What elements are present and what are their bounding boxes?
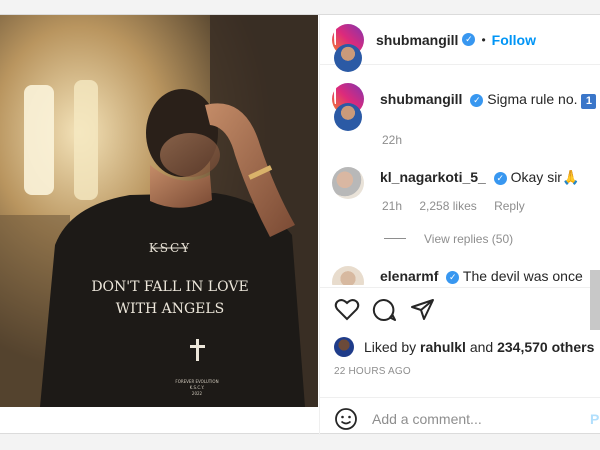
comment-likes[interactable]: 2,258 likes xyxy=(419,199,476,213)
caption-username[interactable]: shubmangill xyxy=(380,91,462,107)
post-card: KSCY DON'T FALL IN LOVE WITH ANGELS FORE… xyxy=(0,14,600,435)
liked-by-others[interactable]: 234,570 others xyxy=(497,339,594,355)
liked-by-user[interactable]: rahulkl xyxy=(420,339,466,355)
comment-text: Okay sir xyxy=(510,169,562,185)
view-replies-button[interactable]: View replies (50) xyxy=(424,232,513,246)
folded-hands-emoji: 🙏 xyxy=(561,169,580,185)
comment-time: 21h xyxy=(382,199,403,213)
shirt-line2-text: WITH ANGELS xyxy=(116,301,225,317)
liked-by-prefix: Liked by xyxy=(364,339,417,355)
post-image[interactable]: KSCY DON'T FALL IN LOVE WITH ANGELS FORE… xyxy=(0,15,318,407)
comment-avatar[interactable] xyxy=(332,266,364,285)
post-photo-illustration: KSCY DON'T FALL IN LOVE WITH ANGELS FORE… xyxy=(0,15,318,407)
caption-text-block: shubmangill ✓ Sigma rule no. 1 xyxy=(380,83,597,115)
caption-meta: 22h xyxy=(382,133,416,147)
comment-icon[interactable] xyxy=(372,298,398,322)
caption-row: shubmangill ✓ Sigma rule no. 1 xyxy=(332,83,597,150)
author-avatar[interactable] xyxy=(332,23,364,91)
comment-reply-button[interactable]: Reply xyxy=(494,199,525,213)
comment-verified-icon: ✓ xyxy=(493,171,507,185)
smile-icon[interactable] xyxy=(334,407,358,431)
comment-username[interactable]: kl_nagarkoti_5_ xyxy=(380,169,486,185)
comment-text-block: kl_nagarkoti_5_ ✓ Okay sir🙏 xyxy=(380,167,579,199)
comment-text-block: elenarmf ✓ The devil was once an xyxy=(380,266,597,285)
caption-keycap-badge: 1 xyxy=(581,94,597,109)
replies-divider xyxy=(384,238,406,239)
shirt-small-text: FOREVER EVOLUTION xyxy=(175,379,218,384)
comment-avatar[interactable] xyxy=(332,167,364,199)
verified-badge-icon: ✓ xyxy=(462,33,476,46)
comment-row: kl_nagarkoti_5_ ✓ Okay sir🙏 xyxy=(332,167,597,199)
shirt-line1-text: DON'T FALL IN LOVE xyxy=(91,279,248,295)
comment-username[interactable]: elenarmf xyxy=(380,268,438,284)
share-icon[interactable] xyxy=(410,298,436,322)
caption-verified-icon: ✓ xyxy=(470,93,484,107)
comment-meta: 21h 2,258 likes Reply xyxy=(382,199,539,213)
shirt-small2-text: K.S.C.Y. xyxy=(190,385,205,390)
liked-by-avatar[interactable] xyxy=(334,337,354,357)
scrollbar[interactable] xyxy=(590,270,600,330)
caption-avatar[interactable] xyxy=(332,83,364,150)
post-timestamp[interactable]: 22 HOURS AGO xyxy=(334,366,411,377)
comment-row: elenarmf ✓ The devil was once an xyxy=(332,266,597,285)
separator-dot: • xyxy=(481,32,486,47)
liked-by: Liked by rahulkl and 234,570 others xyxy=(334,337,594,357)
action-bar xyxy=(320,287,600,337)
shirt-year-text: 2022 xyxy=(192,391,203,396)
post-header: shubmangill ✓ • Follow xyxy=(320,15,600,91)
liked-by-connector: and xyxy=(469,339,494,355)
author-username[interactable]: shubmangill xyxy=(376,32,458,48)
heart-icon[interactable] xyxy=(334,298,360,322)
post-sidebar: shubmangill ✓ • Follow shubmangill ✓ Sig… xyxy=(319,15,600,435)
add-comment-bar xyxy=(320,397,600,439)
caption-time: 22h xyxy=(382,133,403,147)
caption-text: Sigma rule no. xyxy=(487,91,578,107)
window: KSCY DON'T FALL IN LOVE WITH ANGELS FORE… xyxy=(0,0,600,450)
add-comment-input[interactable] xyxy=(372,410,562,427)
comment-verified-icon: ✓ xyxy=(446,270,460,284)
post-comment-button[interactable]: Po xyxy=(590,411,600,427)
comments-list: shubmangill ✓ Sigma rule no. 1 22h kl_na… xyxy=(320,83,600,285)
follow-button[interactable]: Follow xyxy=(492,32,536,48)
